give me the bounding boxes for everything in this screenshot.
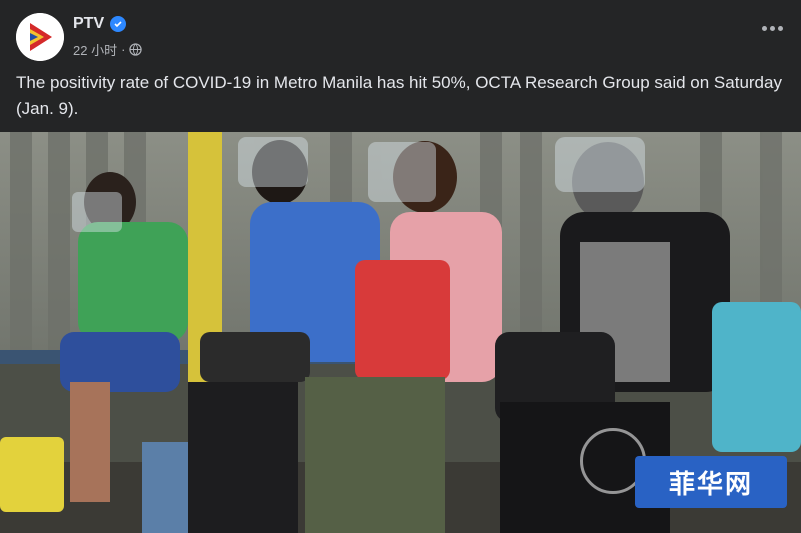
more-options-icon[interactable] (762, 26, 783, 31)
globe-icon[interactable] (129, 43, 143, 56)
watermark-badge: 菲华网 (635, 456, 787, 508)
post-meta: 22 小时 · (73, 40, 143, 59)
page-avatar[interactable] (16, 13, 64, 61)
page-name-label[interactable]: PTV (73, 15, 104, 33)
ptv-logo-icon (16, 13, 64, 61)
verified-badge-icon (110, 16, 127, 32)
page-name[interactable]: PTV (73, 15, 127, 33)
post-header: PTV 22 小时 · (0, 0, 801, 70)
post-timestamp[interactable]: 22 小时 (73, 40, 117, 59)
meta-separator: · (121, 42, 126, 57)
post-text: The positivity rate of COVID-19 in Metro… (16, 73, 782, 118)
